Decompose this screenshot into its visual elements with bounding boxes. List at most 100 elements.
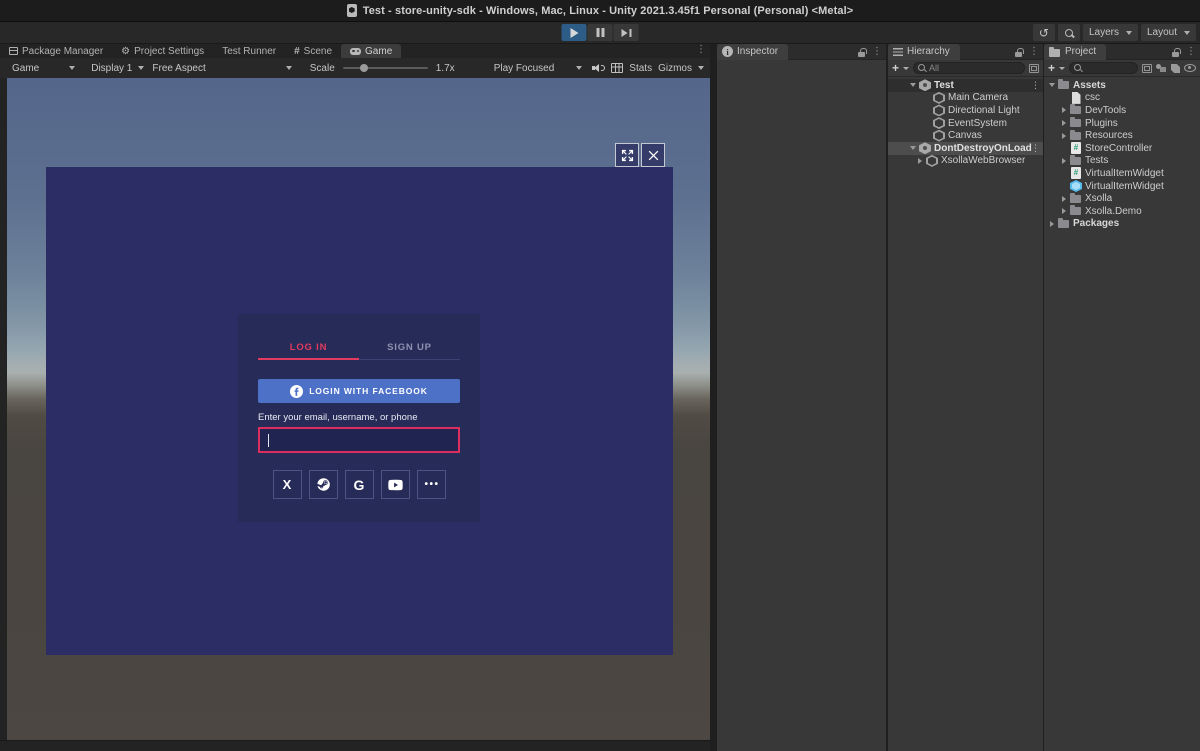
scale-slider-handle[interactable] bbox=[360, 64, 368, 72]
project-row[interactable]: csc bbox=[1044, 92, 1200, 105]
editor-tab[interactable]: Scene bbox=[285, 44, 341, 58]
play-button[interactable] bbox=[562, 24, 587, 41]
expand-arrow[interactable] bbox=[1059, 133, 1069, 139]
expand-arrow[interactable] bbox=[1059, 196, 1069, 202]
vsync-grid-icon[interactable] bbox=[611, 63, 623, 73]
game-menu-dropdown[interactable]: Game bbox=[8, 58, 79, 78]
chevron-down-icon[interactable] bbox=[1059, 67, 1065, 70]
expand-arrow[interactable] bbox=[1059, 158, 1069, 164]
panel-menu-icon[interactable]: ⋮ bbox=[1186, 47, 1196, 57]
create-button[interactable]: + bbox=[1048, 62, 1055, 74]
gizmos-dropdown[interactable]: Gizmos bbox=[658, 63, 704, 74]
social-steam-button[interactable] bbox=[309, 470, 338, 499]
expand-arrow[interactable] bbox=[908, 83, 918, 87]
hierarchy-row[interactable]: XsollaWebBrowser bbox=[888, 155, 1043, 168]
social-google-button[interactable]: G bbox=[345, 470, 374, 499]
expand-arrow[interactable] bbox=[1059, 120, 1069, 126]
project-row[interactable]: DevTools bbox=[1044, 104, 1200, 117]
hierarchy-row[interactable]: Directional Light bbox=[888, 104, 1043, 117]
main-toolbar: ↺ Layers Layout bbox=[0, 22, 1200, 44]
project-row[interactable]: Tests bbox=[1044, 155, 1200, 168]
project-tab[interactable]: Project bbox=[1044, 44, 1106, 60]
hierarchy-row[interactable]: Canvas bbox=[888, 129, 1043, 142]
expand-arrow[interactable] bbox=[1059, 107, 1069, 113]
window-title: Test - store-unity-sdk - Windows, Mac, L… bbox=[363, 5, 854, 17]
search-by-label-icon[interactable] bbox=[1171, 64, 1180, 73]
social-x-button[interactable]: X bbox=[273, 470, 302, 499]
expand-arrow[interactable] bbox=[1047, 221, 1057, 227]
project-row[interactable]: StoreController bbox=[1044, 142, 1200, 155]
panel-menu-icon[interactable]: ⋮ bbox=[1029, 47, 1039, 57]
chevron-down-icon[interactable] bbox=[903, 67, 909, 70]
fullscreen-button[interactable] bbox=[615, 143, 639, 167]
lock-icon[interactable] bbox=[858, 48, 866, 57]
editor-tab[interactable]: Project Settings bbox=[112, 44, 213, 58]
create-button[interactable]: + bbox=[892, 62, 899, 74]
hierarchy-search-input[interactable]: All bbox=[913, 62, 1025, 74]
expand-arrow[interactable] bbox=[908, 146, 918, 150]
tab-sign-up[interactable]: SIGN UP bbox=[359, 336, 460, 360]
chevron-down-icon bbox=[138, 66, 144, 70]
project-search-input[interactable] bbox=[1069, 62, 1138, 74]
search-button[interactable] bbox=[1058, 24, 1080, 41]
editor-tab[interactable]: Package Manager bbox=[0, 44, 112, 58]
inspector-tab[interactable]: i Inspector bbox=[717, 44, 788, 60]
project-row[interactable]: VirtualItemWidget bbox=[1044, 167, 1200, 180]
scale-slider[interactable] bbox=[343, 67, 428, 69]
tab-log-in[interactable]: LOG IN bbox=[258, 336, 359, 360]
panel-menu-icon[interactable]: ⋮ bbox=[872, 47, 882, 57]
hierarchy-toolbar: + All bbox=[888, 60, 1043, 77]
asset-label: Resources bbox=[1085, 130, 1133, 141]
editor-tab[interactable]: Test Runner bbox=[213, 44, 285, 58]
object-label: XsollaWebBrowser bbox=[941, 155, 1025, 166]
project-row[interactable]: Xsolla bbox=[1044, 192, 1200, 205]
aspect-dropdown[interactable]: Free Aspect bbox=[148, 58, 295, 78]
row-menu-icon[interactable]: ⋮ bbox=[1031, 144, 1040, 153]
login-with-facebook-button[interactable]: LOGIN WITH FACEBOOK bbox=[258, 379, 460, 403]
unity-editor-window: Test - store-unity-sdk - Windows, Mac, L… bbox=[0, 0, 1200, 751]
visibility-icon[interactable] bbox=[1184, 64, 1196, 72]
expand-arrow[interactable] bbox=[915, 158, 925, 164]
folder-icon bbox=[1049, 47, 1061, 57]
layout-dropdown[interactable]: Layout bbox=[1141, 24, 1196, 41]
history-icon: ↺ bbox=[1039, 27, 1049, 39]
close-button[interactable] bbox=[641, 143, 665, 167]
project-row[interactable]: Packages bbox=[1044, 218, 1200, 231]
project-row[interactable]: Assets bbox=[1044, 79, 1200, 92]
hierarchy-row[interactable]: DontDestroyOnLoad ⋮ bbox=[888, 142, 1043, 155]
play-controls bbox=[562, 24, 639, 41]
tab-label: Scene bbox=[304, 46, 332, 57]
play-focused-dropdown[interactable]: Play Focused bbox=[490, 63, 587, 74]
social-more-button[interactable]: ••• bbox=[417, 470, 446, 499]
undo-history-button[interactable]: ↺ bbox=[1033, 24, 1055, 41]
object-label: Test bbox=[934, 80, 954, 91]
open-search-window-icon[interactable] bbox=[1142, 64, 1152, 73]
login-input[interactable] bbox=[258, 427, 460, 453]
hierarchy-row[interactable]: Main Camera bbox=[888, 92, 1043, 105]
hierarchy-tab[interactable]: Hierarchy bbox=[888, 44, 960, 60]
open-search-window-icon[interactable] bbox=[1029, 64, 1039, 73]
hierarchy-row[interactable]: EventSystem bbox=[888, 117, 1043, 130]
project-row[interactable]: Resources bbox=[1044, 129, 1200, 142]
hierarchy-row[interactable]: Test ⋮ bbox=[888, 79, 1043, 92]
project-row[interactable]: Plugins bbox=[1044, 117, 1200, 130]
panel-divider[interactable] bbox=[710, 44, 717, 751]
expand-arrow[interactable] bbox=[1047, 83, 1057, 87]
lock-icon[interactable] bbox=[1015, 48, 1023, 57]
search-by-type-icon[interactable] bbox=[1156, 63, 1167, 73]
lock-icon[interactable] bbox=[1172, 48, 1180, 57]
stats-button[interactable]: Stats bbox=[629, 63, 652, 74]
tab-strip-menu-icon[interactable]: ⋮ bbox=[696, 45, 706, 55]
mute-audio-icon[interactable] bbox=[592, 63, 605, 74]
expand-arrow[interactable] bbox=[1059, 208, 1069, 214]
project-row[interactable]: VirtualItemWidget bbox=[1044, 180, 1200, 193]
row-menu-icon[interactable]: ⋮ bbox=[1031, 81, 1040, 90]
display-dropdown[interactable]: Display 1 bbox=[87, 58, 148, 78]
layers-dropdown[interactable]: Layers bbox=[1083, 24, 1138, 41]
social-youtube-button[interactable] bbox=[381, 470, 410, 499]
project-header: Project ⋮ bbox=[1044, 44, 1200, 60]
project-row[interactable]: Xsolla.Demo bbox=[1044, 205, 1200, 218]
editor-tab[interactable]: Game bbox=[341, 44, 401, 58]
step-button[interactable] bbox=[614, 24, 639, 41]
pause-button[interactable] bbox=[588, 24, 613, 41]
